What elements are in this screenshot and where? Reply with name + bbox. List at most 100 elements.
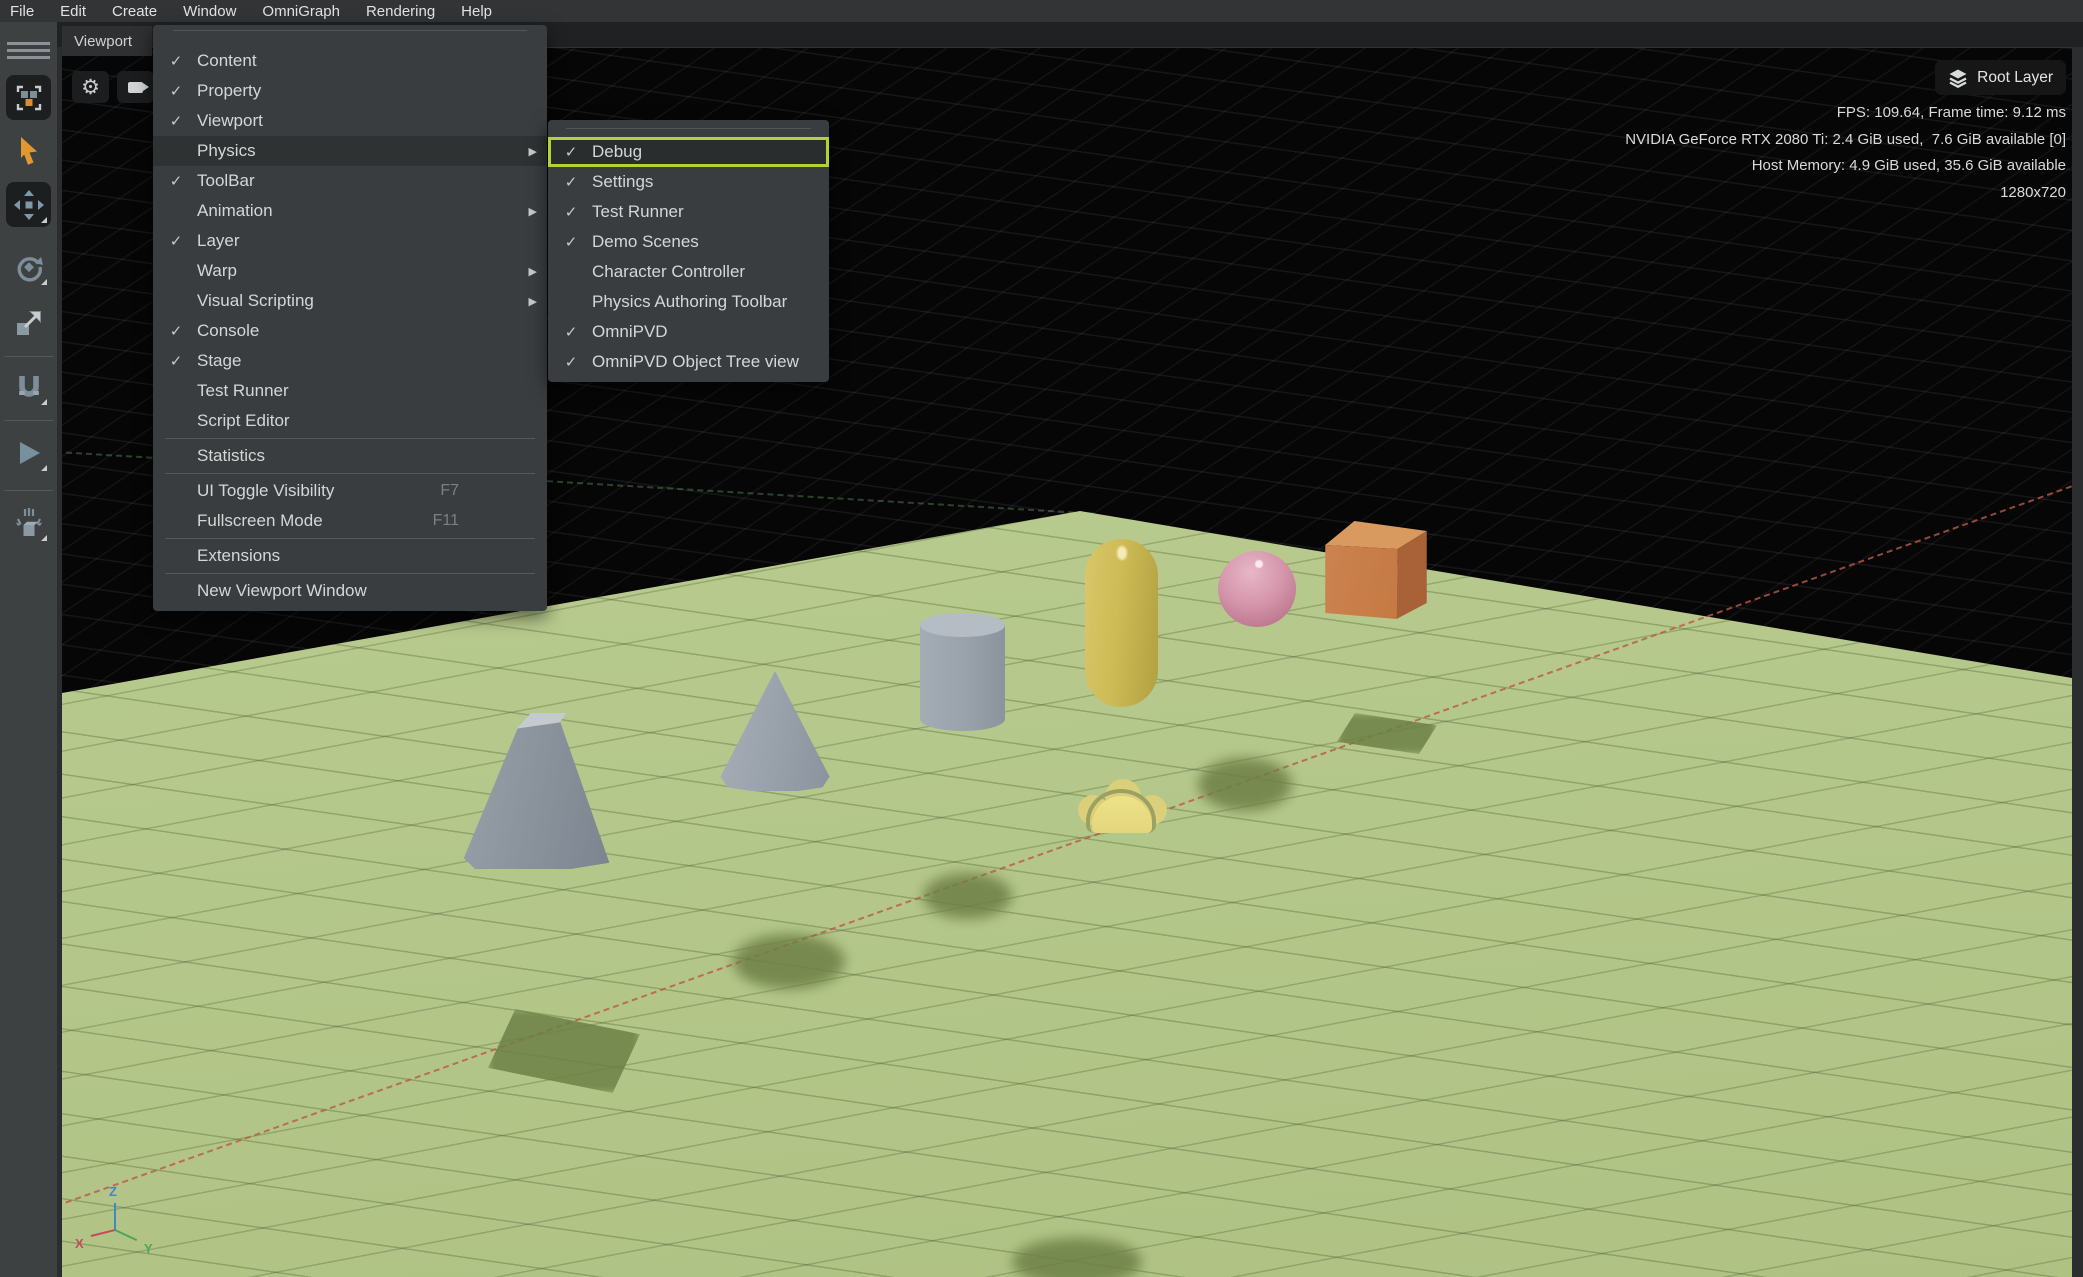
menubar-item-file[interactable]: File: [10, 3, 34, 20]
menu-item-new-viewport-window[interactable]: New Viewport Window: [153, 576, 547, 606]
menu-item-console[interactable]: ✓Console: [153, 316, 547, 346]
menu-item-toolbar[interactable]: ✓ ToolBar: [153, 166, 547, 196]
menu-item-demo-scenes[interactable]: ✓Demo Scenes: [548, 227, 829, 257]
menu-item-label: Animation: [197, 201, 273, 221]
snap-tool-button[interactable]: [6, 364, 51, 409]
menu-item-label: OmniPVD: [592, 322, 668, 342]
menu-item-property[interactable]: ✓Property: [153, 76, 547, 106]
trapezoid-frustum-shape[interactable]: [459, 713, 619, 869]
menu-item-physics[interactable]: Physics▶: [153, 136, 547, 166]
menu-item-test-runner[interactable]: ✓Test Runner: [548, 197, 829, 227]
menu-item-label: Warp: [197, 261, 237, 281]
menubar-item-create[interactable]: Create: [112, 3, 157, 20]
menu-item-visual-scripting[interactable]: Visual Scripting▶: [153, 286, 547, 316]
menu-item-omnipvd-object-tree-view[interactable]: ✓ OmniPVD Object Tree view: [548, 347, 829, 377]
capsule-shape[interactable]: [1085, 539, 1158, 707]
menu-item-script-editor[interactable]: Script Editor: [153, 406, 547, 436]
submenu-arrow-icon: ▶: [529, 295, 537, 308]
menu-item-animation[interactable]: Animation ▶: [153, 196, 547, 226]
menu-item-label: Statistics: [197, 446, 265, 466]
checkmark-icon: ✓: [161, 82, 191, 100]
menu-item-settings[interactable]: ✓Settings: [548, 167, 829, 197]
menu-item-label: Viewport: [197, 111, 263, 131]
toolbar-drag-handle-icon[interactable]: [7, 38, 50, 63]
menu-drag-handle[interactable]: [173, 30, 527, 31]
checkmark-icon: ✓: [161, 172, 191, 190]
move-tool-button[interactable]: [6, 182, 51, 227]
scale-tool-button[interactable]: [6, 300, 51, 345]
z-axis-gizmo-line: [114, 1203, 116, 1230]
menu-item-label: Test Runner: [197, 381, 289, 401]
checkmark-icon: ✓: [161, 112, 191, 130]
physics-submenu-dropdown: ✓Debug✓Settings✓Test Runner✓Demo ScenesC…: [548, 120, 829, 382]
cursor-icon: [15, 136, 43, 166]
menu-item-content[interactable]: ✓Content: [153, 46, 547, 76]
play-icon: [15, 438, 43, 468]
menu-separator: [165, 538, 535, 539]
menu-item-test-runner[interactable]: Test Runner: [153, 376, 547, 406]
cone-shape[interactable]: [717, 671, 833, 791]
root-layer-button[interactable]: Root Layer: [1935, 60, 2066, 95]
tool-options-corner-icon: [41, 399, 47, 405]
toolbar-separator: [4, 356, 53, 357]
rotate-tool-button[interactable]: [6, 244, 51, 289]
menubar-item-rendering[interactable]: Rendering: [366, 3, 435, 20]
menubar-item-edit[interactable]: Edit: [60, 3, 86, 20]
menu-item-label: OmniPVD Object Tree view: [592, 352, 799, 372]
menu-item-layer[interactable]: ✓Layer: [153, 226, 547, 256]
menu-item-character-controller[interactable]: Character Controller: [548, 257, 829, 287]
window-menu-dropdown: ✓Content✓Property✓ViewportPhysics▶✓ToolB…: [153, 25, 547, 611]
menu-item-warp[interactable]: Warp▶: [153, 256, 547, 286]
sphere-shape[interactable]: [1218, 551, 1296, 627]
menu-item-extensions[interactable]: Extensions: [153, 541, 547, 571]
menu-separator: [165, 573, 535, 574]
checkmark-icon: ✓: [556, 353, 586, 371]
menu-item-stage[interactable]: ✓Stage: [153, 346, 547, 376]
menu-item-debug[interactable]: ✓Debug: [548, 137, 829, 167]
shadow-cylinder: [923, 873, 1012, 919]
menubar-item-help[interactable]: Help: [461, 3, 492, 20]
selection-mode-tool-button[interactable]: [6, 75, 51, 120]
submenu-arrow-icon: ▶: [529, 205, 537, 218]
menu-item-ui-toggle-visibility[interactable]: UI Toggle VisibilityF7: [153, 476, 547, 506]
submenu-drag-handle[interactable]: [566, 128, 811, 129]
menu-item-label: Test Runner: [592, 202, 684, 222]
menu-item-label: Character Controller: [592, 262, 745, 282]
submenu-arrow-icon: ▶: [529, 145, 537, 158]
cylinder-shape[interactable]: [920, 613, 1005, 731]
menu-item-viewport[interactable]: ✓ Viewport: [153, 106, 547, 136]
menubar-item-omnigraph[interactable]: OmniGraph: [262, 3, 340, 20]
menu-item-physics-authoring-toolbar[interactable]: Physics Authoring Toolbar: [548, 287, 829, 317]
menu-item-label: Console: [197, 321, 259, 341]
camera-button[interactable]: [117, 71, 154, 103]
deformed-capsule-shape[interactable]: [1078, 779, 1167, 833]
menu-separator: [165, 438, 535, 439]
select-cursor-tool-button[interactable]: [6, 128, 51, 173]
rotate-icon: [14, 252, 44, 282]
physics-drop-tool-button[interactable]: [6, 500, 51, 545]
play-tool-button[interactable]: [6, 430, 51, 475]
capsule-highlight: [1117, 546, 1127, 560]
checkmark-icon: ✓: [161, 232, 191, 250]
gpu-stats: NVIDIA GeForce RTX 2080 Ti: 2.4 GiB used…: [1625, 127, 2066, 154]
cylinder-top-face: [920, 613, 1005, 637]
cube-shape[interactable]: [1322, 519, 1430, 619]
menu-item-label: Debug: [592, 142, 642, 162]
menu-item-label: New Viewport Window: [197, 581, 367, 601]
shadow-cone: [733, 934, 845, 989]
menu-item-omnipvd[interactable]: ✓OmniPVD: [548, 317, 829, 347]
toolbar-separator: [4, 420, 53, 421]
menu-item-statistics[interactable]: Statistics: [153, 441, 547, 471]
viewport-hud: Root Layer FPS: 109.64, Frame time: 9.12…: [1625, 60, 2066, 206]
scale-icon: [15, 309, 43, 337]
menu-separator: [165, 473, 535, 474]
viewport-settings-button[interactable]: ⚙: [72, 71, 109, 103]
cubes-icon: [14, 83, 44, 113]
checkmark-icon: ✓: [556, 173, 586, 191]
cylinder-body: [920, 624, 1005, 731]
menubar-item-window[interactable]: Window: [183, 3, 236, 20]
tab-viewport[interactable]: Viewport: [62, 26, 152, 56]
menu-item-fullscreen-mode[interactable]: Fullscreen ModeF11: [153, 506, 547, 536]
gear-icon: ⚙: [81, 77, 100, 98]
menu-item-label: ToolBar: [197, 171, 255, 191]
